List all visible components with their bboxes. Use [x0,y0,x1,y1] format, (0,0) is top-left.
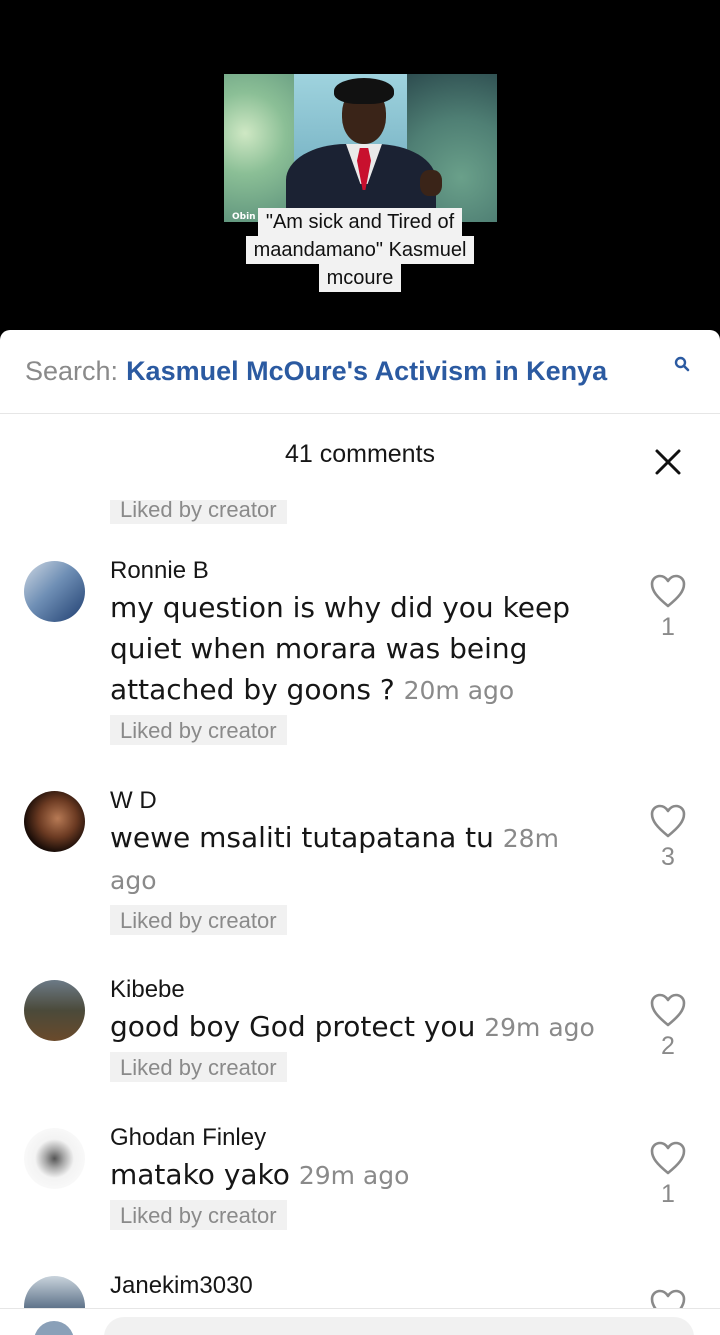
heart-icon [650,993,686,1027]
comments-sheet: Search: Kasmuel McOure's Activism in Ken… [0,330,720,1335]
comment-username[interactable]: Kibebe [110,974,610,1006]
liked-by-creator-badge: Liked by creator [110,905,287,935]
caption-line-1: "Am sick and Tired of [257,208,463,236]
heart-icon [650,1141,686,1175]
heart-icon [650,574,686,608]
comment-time: 29m ago [298,1161,410,1190]
comment-text: my question is why did you keep quiet wh… [110,587,610,711]
like-button[interactable]: 1 [648,573,688,642]
comment-time: 29m ago [484,1013,595,1042]
comment-username[interactable]: Ronnie B [110,555,610,587]
like-button[interactable]: 2 [648,992,688,1061]
badge-label: Liked by creator [110,500,287,524]
heart-icon [650,804,686,838]
person-hand [420,170,442,196]
search-suggestion[interactable]: Search: Kasmuel McOure's Activism in Ken… [0,330,720,414]
comment-count: 41 comments [284,440,436,468]
comment-text: good boy God protect you 29m ago [110,1006,610,1048]
video-player[interactable]: Obin "Am sick and Tired of maandamano" K… [0,0,720,340]
comment-text: matako yako 29m ago [110,1154,610,1196]
avatar[interactable] [24,561,85,622]
like-count: 1 [661,1180,675,1208]
avatar[interactable] [24,791,85,852]
search-prefix: Search: [25,356,119,386]
like-button[interactable]: 3 [648,803,688,872]
like-button[interactable]: 1 [648,1140,688,1209]
avatar[interactable] [24,1276,85,1310]
comment-text: wewe msaliti tutapatana tu 28m ago [110,817,580,901]
comment-username[interactable]: W D [110,785,610,817]
like-count: 2 [661,1032,675,1060]
heart-icon [650,1289,686,1310]
comment-username[interactable]: Janekim3030 [110,1270,610,1302]
search-query-link[interactable]: Kasmuel McOure's Activism in Kenya [126,356,607,387]
liked-by-creator-badge: Liked by creator [110,500,287,524]
comment-body: good boy God protect you [110,1010,476,1043]
liked-by-creator-badge: Liked by creator [110,715,287,745]
avatar[interactable] [24,980,85,1041]
person-hair [334,78,394,104]
liked-by-creator-badge: Liked by creator [110,1052,287,1082]
close-icon[interactable] [654,448,682,476]
comment-input-bar [0,1308,720,1335]
comment-body: matako yako [110,1158,290,1191]
comments-header: 41 comments [0,414,720,500]
comment-time: 20m ago [403,676,515,705]
like-count: 3 [661,843,675,871]
search-icon [674,356,690,372]
user-avatar [34,1321,74,1335]
comments-list[interactable]: Liked by creator Ronnie B my question is… [0,500,720,1310]
like-button[interactable] [648,1288,688,1310]
caption-line-3: mcoure [318,264,402,292]
video-caption: "Am sick and Tired of maandamano" Kasmue… [0,208,720,292]
comment-username[interactable]: Ghodan Finley [110,1122,610,1154]
comment-body: wewe msaliti tutapatana tu [110,821,494,854]
comment-input[interactable] [104,1317,694,1335]
video-thumbnail[interactable]: Obin [224,74,497,222]
avatar[interactable] [24,1128,85,1189]
thumbnail-background [224,74,294,222]
liked-by-creator-badge: Liked by creator [110,1200,287,1230]
caption-line-2: maandamano" Kasmuel [245,236,475,264]
like-count: 1 [661,613,675,641]
